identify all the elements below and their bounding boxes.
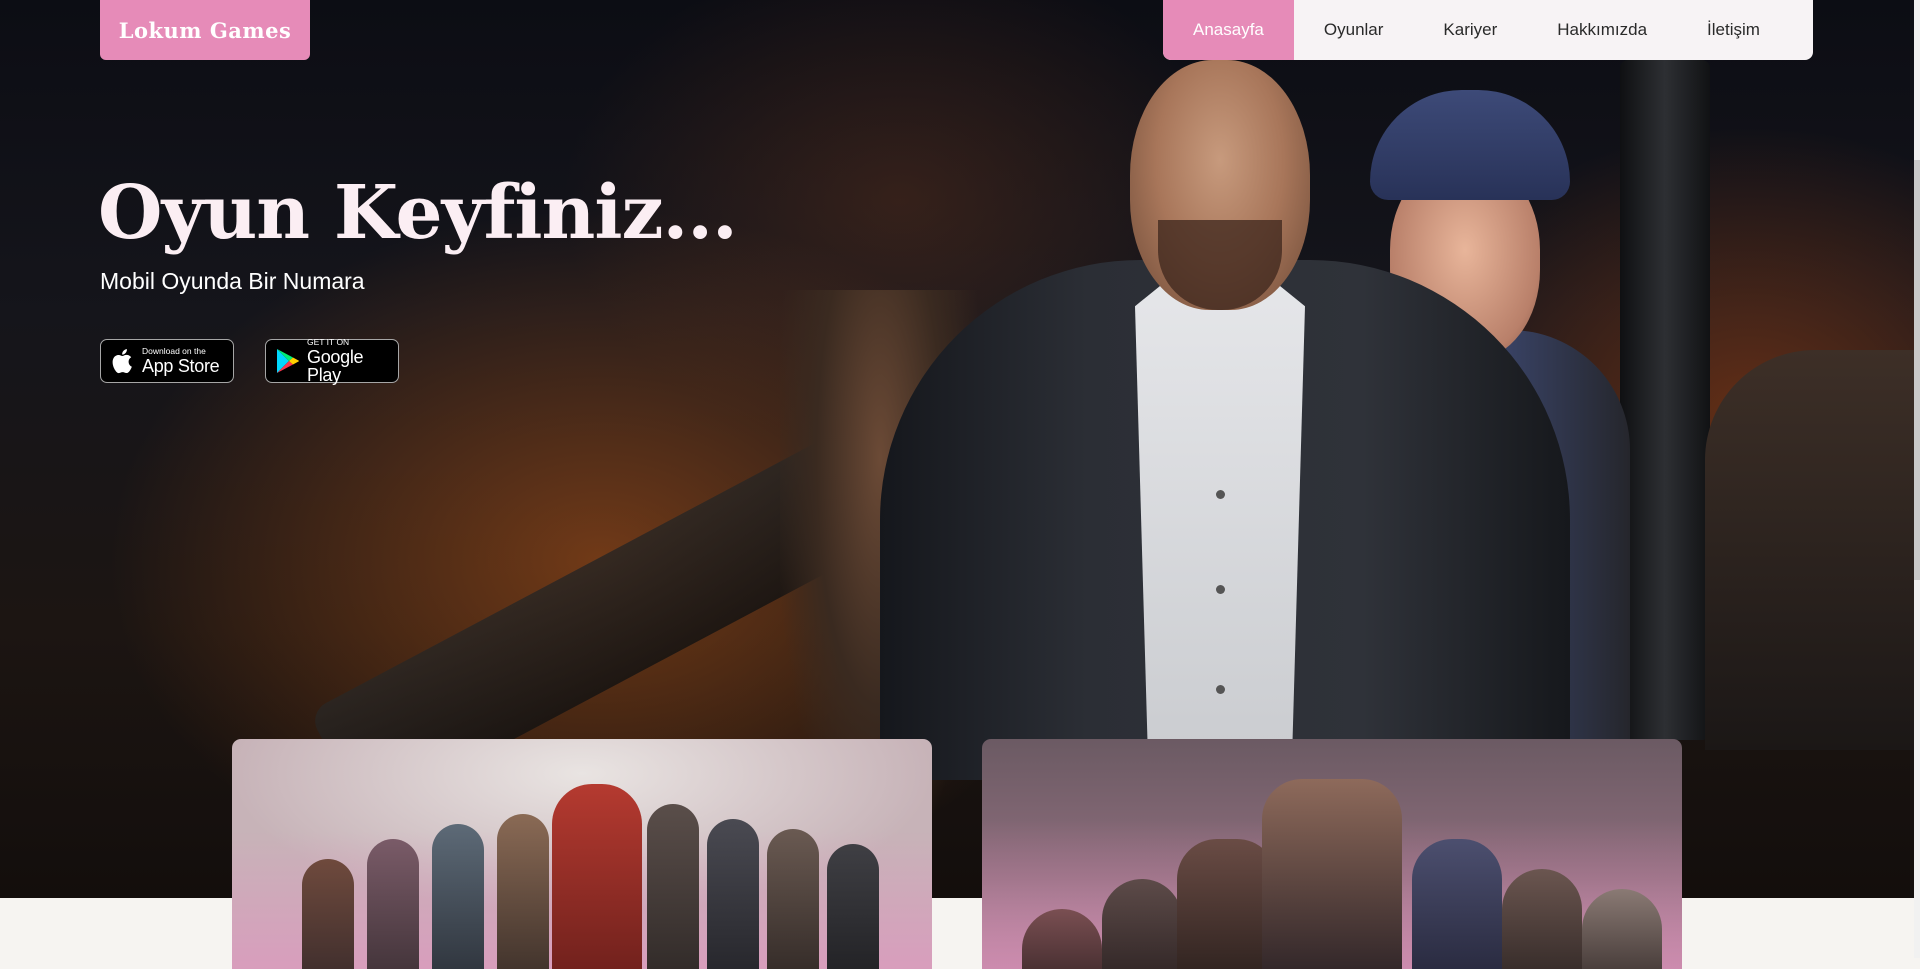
card-2-character [1102,879,1182,969]
card-1-character [432,824,484,969]
nav-item-iletisim[interactable]: İletişim [1677,0,1790,60]
card-1-character [497,814,549,969]
nav-item-oyunlar[interactable]: Oyunlar [1294,0,1414,60]
shirt-button [1216,585,1225,594]
brand-logo[interactable]: Lokum Games [100,0,310,60]
nav-item-hakkimizda[interactable]: Hakkımızda [1527,0,1677,60]
card-2-character [1262,779,1402,969]
card-1-character [707,819,759,969]
card-1-character [647,804,699,969]
shirt-button [1216,685,1225,694]
google-play-badge[interactable]: GET IT ON Google Play [265,336,399,386]
app-store-small-text: Download on the [142,345,206,356]
hero-title: Oyun Keyfiniz... [98,170,738,256]
card-1-character [767,829,819,969]
nav-item-anasayfa[interactable]: Anasayfa [1163,0,1294,60]
hero-subtitle: Mobil Oyunda Bir Numara [100,268,365,294]
google-play-icon [276,348,300,374]
shirt-button [1216,490,1225,499]
card-1-character [552,784,642,969]
game-card-1[interactable] [232,739,932,969]
hero-art-main-character [880,40,1570,780]
app-store-big-text: App Store [142,356,220,377]
app-store-badge[interactable]: Download on the App Store [100,339,234,383]
card-1-character [827,844,879,969]
main-nav: Anasayfa Oyunlar Kariyer Hakkımızda İlet… [1163,0,1813,60]
scrollbar-thumb[interactable] [1914,160,1920,580]
card-1-character [367,839,419,969]
apple-icon [111,348,135,374]
nav-item-kariyer[interactable]: Kariyer [1413,0,1527,60]
card-2-character [1582,889,1662,969]
card-2-character [1412,839,1502,969]
card-2-character [1502,869,1582,969]
hero-art-assault-rifle [1620,60,1710,740]
card-2-character [1022,909,1102,969]
man-shirt [1135,265,1305,780]
card-1-character [302,859,354,969]
game-card-2[interactable] [982,739,1682,969]
google-play-small-text: GET IT ON [307,336,350,347]
google-play-big-text: Google Play [307,347,364,386]
page-scrollbar[interactable] [1914,0,1920,958]
hero-art-soldier-right [1705,350,1920,750]
